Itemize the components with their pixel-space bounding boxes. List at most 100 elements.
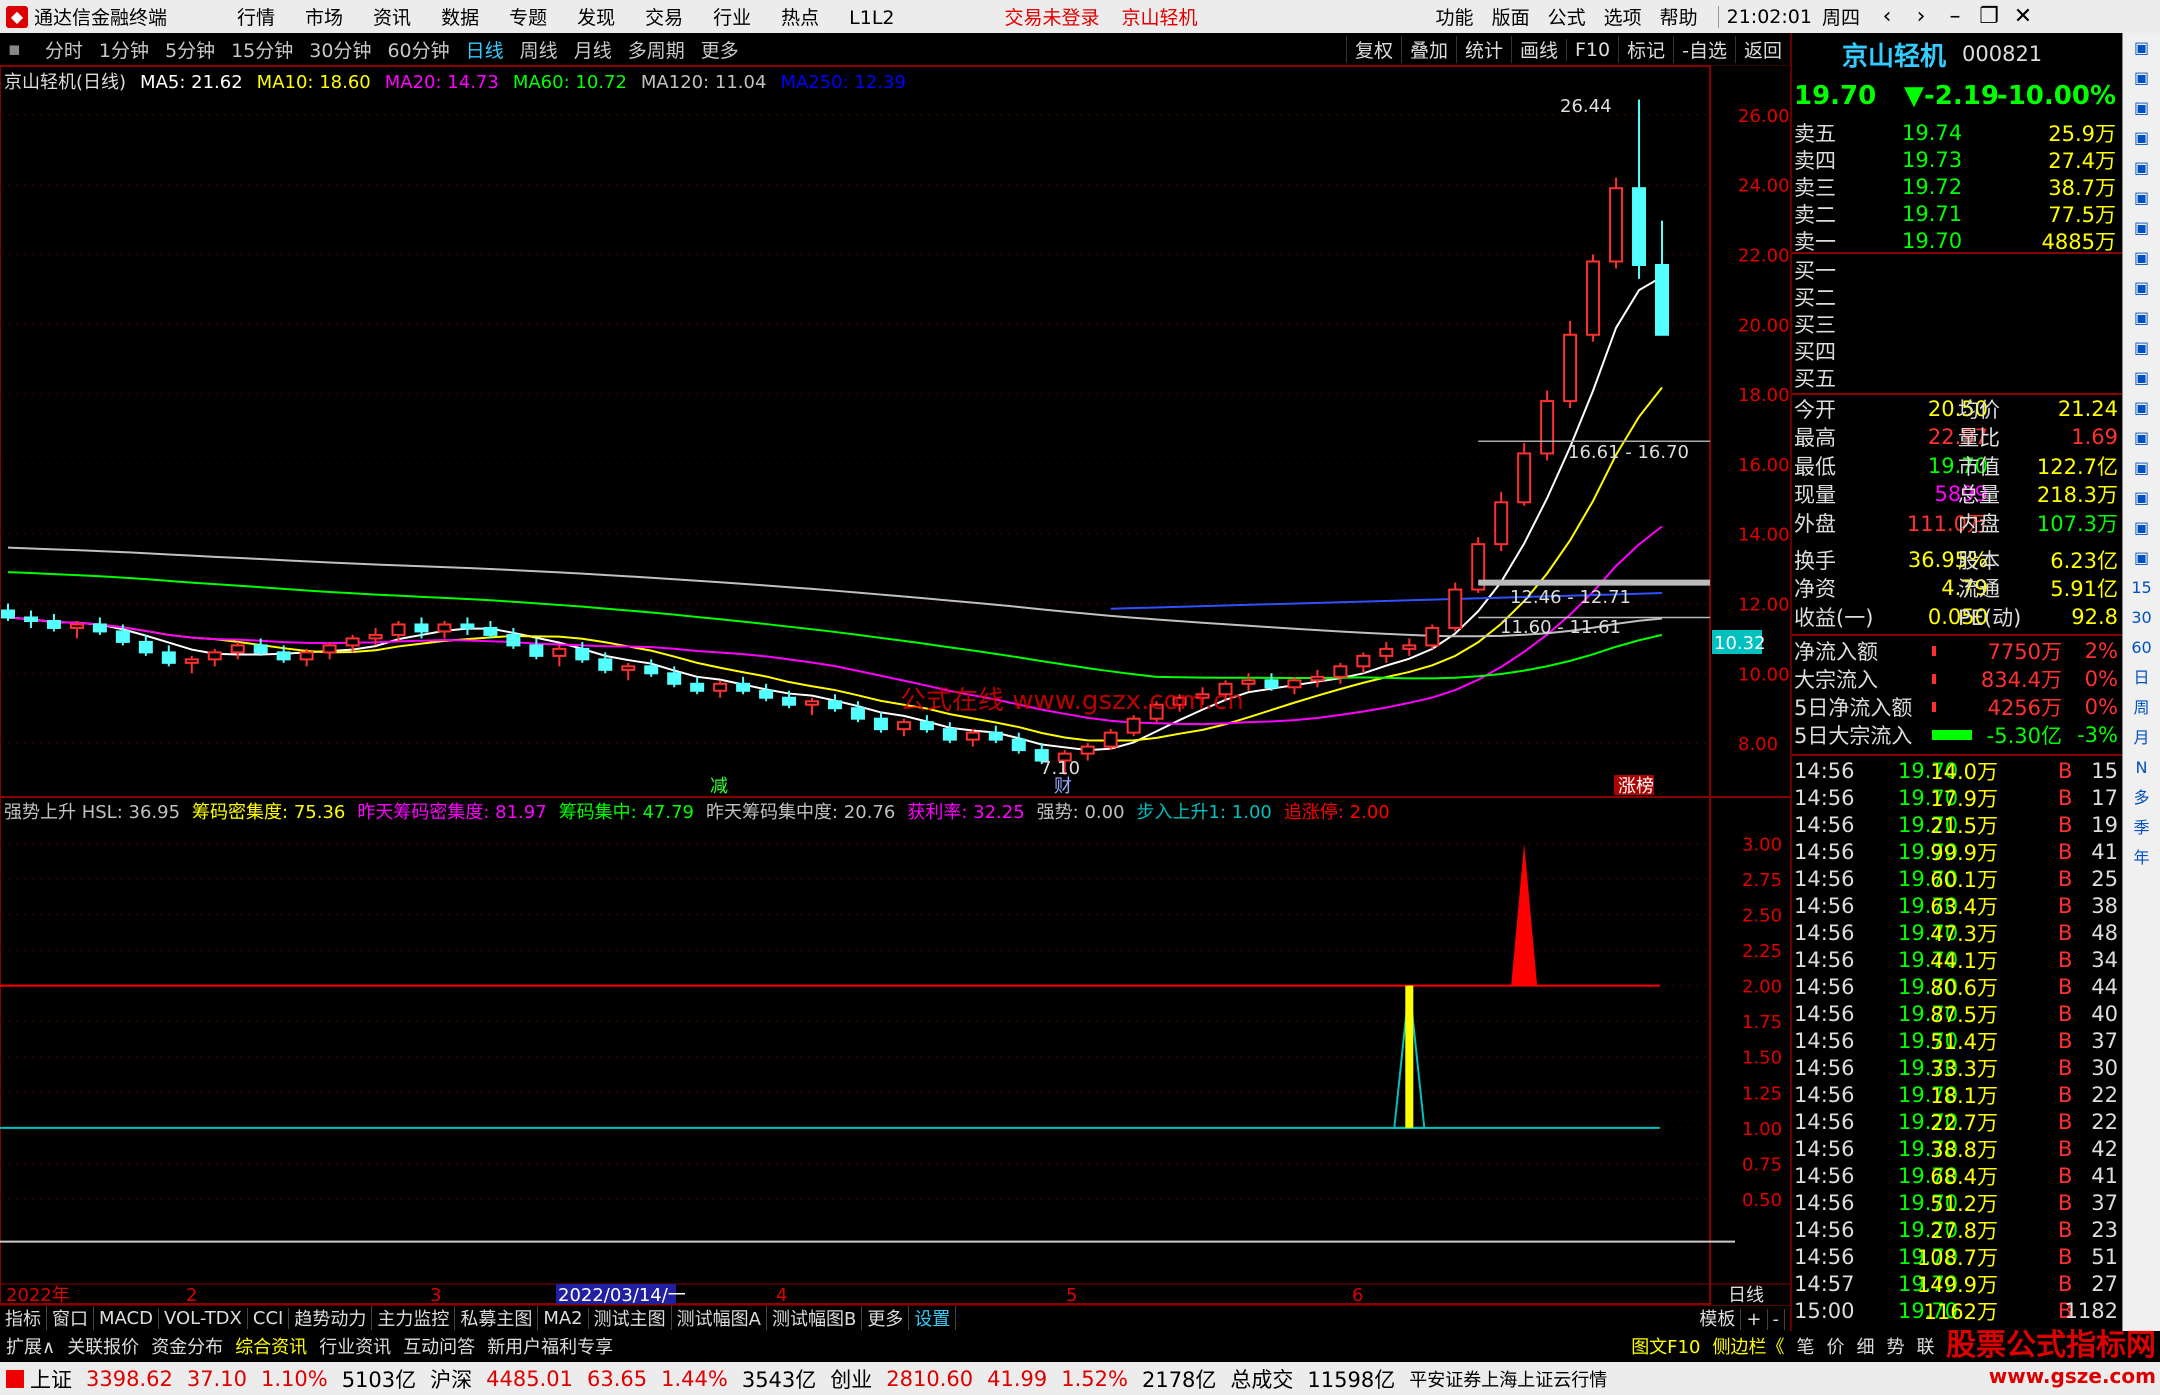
ind-y-tick: 2.75: [1742, 870, 1782, 891]
sidebar-period-6[interactable]: N: [2123, 753, 2160, 783]
sidebar-tool-icon[interactable]: ▣: [2123, 453, 2160, 483]
indicator-tab-4[interactable]: CCI: [248, 1307, 290, 1329]
tick-row: 14:57 19.70 149.9万 B 27: [1792, 1271, 2122, 1298]
tick-time: 14:56: [1794, 1002, 1855, 1027]
bid-row: 买四: [1792, 337, 2122, 364]
info-right-5[interactable]: 势: [1880, 1337, 1910, 1358]
info-right-3[interactable]: 价: [1820, 1337, 1850, 1358]
tabs1-right-2[interactable]: -: [1767, 1309, 1785, 1330]
indicator-tab-13[interactable]: 设置: [909, 1306, 957, 1330]
back-icon[interactable]: ‹: [1870, 4, 1904, 29]
stat-value: 122.7亿: [2036, 454, 2118, 479]
sidebar-period-7[interactable]: 多: [2123, 783, 2160, 813]
status-bar: 上证 3398.62 37.10 1.10% 5103亿 沪深 4485.01 63.65 1.…: [0, 1362, 2160, 1395]
sidebar-tool-icon[interactable]: ▣: [2123, 153, 2160, 183]
indicator-tab-10[interactable]: 测试幅图A: [672, 1306, 767, 1330]
flow-row: 5日大宗流入 -5.30亿 -3%: [1792, 722, 2122, 749]
sidebar-tool-icon[interactable]: ▣: [2123, 483, 2160, 513]
indicator-tab-6[interactable]: 主力监控: [372, 1306, 456, 1330]
candle: [690, 676, 705, 695]
sidebar-period-4[interactable]: 周: [2123, 693, 2160, 723]
flow-pct: 0%: [2084, 667, 2118, 692]
tick-count: 42: [2091, 1137, 2118, 1162]
sidebar-period-1[interactable]: 30: [2123, 603, 2160, 633]
indicator-tab-1[interactable]: 窗口: [47, 1306, 94, 1330]
restore-icon[interactable]: ❐: [1972, 4, 2006, 29]
index-name[interactable]: 创业: [830, 1364, 872, 1394]
sidebar-tool-icon[interactable]: ▣: [2123, 63, 2160, 93]
bid-row: 买三: [1792, 310, 2122, 337]
ind-y-tick: 1.00: [1742, 1119, 1782, 1140]
sidebar-period-9[interactable]: 年: [2123, 843, 2160, 873]
sidebar-tool-icon[interactable]: ▣: [2123, 303, 2160, 333]
sidebar-period-3[interactable]: 日: [2123, 663, 2160, 693]
tick-time: 14:56: [1794, 1029, 1855, 1054]
index-name[interactable]: 上证: [30, 1364, 72, 1394]
sidebar-tool-icon[interactable]: ▣: [2123, 213, 2160, 243]
tick-count: 48: [2091, 921, 2118, 946]
info-tab-3[interactable]: 综合资讯: [229, 1333, 313, 1359]
info-tab-6[interactable]: 新用户福利专享: [481, 1333, 619, 1359]
forward-icon[interactable]: ›: [1904, 4, 1938, 29]
info-right-6[interactable]: 联: [1910, 1337, 1940, 1358]
info-tab-4[interactable]: 行业资讯: [313, 1333, 397, 1359]
chart-annotation: 涨榜: [1618, 776, 1654, 797]
sidebar-tool-icon[interactable]: ▣: [2123, 123, 2160, 153]
info-right-2[interactable]: 笔: [1790, 1337, 1820, 1358]
candle: [1264, 673, 1279, 691]
indicator-tab-2[interactable]: MACD: [94, 1307, 159, 1329]
info-right-4[interactable]: 细: [1850, 1337, 1880, 1358]
candle: [207, 648, 222, 667]
sidebar-tool-icon[interactable]: ▣: [2123, 543, 2160, 573]
close-icon[interactable]: ✕: [2006, 4, 2040, 29]
tick-volume: 47.3万: [1930, 922, 1998, 947]
indicator-tab-11[interactable]: 测试幅图B: [767, 1306, 863, 1330]
y-tick: 12.00: [1738, 595, 1790, 616]
sidebar-period-5[interactable]: 月: [2123, 723, 2160, 753]
sidebar-tool-icon[interactable]: ▣: [2123, 423, 2160, 453]
sidebar-period-8[interactable]: 季: [2123, 813, 2160, 843]
sidebar-tool-icon[interactable]: ▣: [2123, 183, 2160, 213]
stat-label: 流通: [1958, 577, 2000, 602]
sidebar-tool-icon[interactable]: ▣: [2123, 513, 2160, 543]
tick-side: B: [2058, 1218, 2073, 1243]
info-right-1[interactable]: 侧边栏《: [1706, 1337, 1790, 1358]
indicator-tab-12[interactable]: 更多: [862, 1306, 910, 1330]
indicator-tab-8[interactable]: MA2: [538, 1307, 589, 1329]
index-name[interactable]: 沪深: [430, 1364, 472, 1394]
y-tick: 16.00: [1738, 455, 1790, 476]
sidebar-tool-icon[interactable]: ▣: [2123, 363, 2160, 393]
indicator-tab-5[interactable]: 趋势动力: [289, 1306, 373, 1330]
sidebar-tool-icon[interactable]: ▣: [2123, 273, 2160, 303]
info-right-0[interactable]: 图文F10: [1625, 1337, 1706, 1358]
tick-volume: 51.4万: [1930, 1030, 1998, 1055]
sidebar-tool-icon[interactable]: ▣: [2123, 333, 2160, 363]
sidebar-period-0[interactable]: 15: [2123, 573, 2160, 603]
indicator-tab-0[interactable]: 指标: [0, 1306, 47, 1330]
indicator-tab-7[interactable]: 私募主图: [455, 1306, 539, 1330]
info-tab-0[interactable]: 扩展∧: [0, 1333, 61, 1359]
info-tab-2[interactable]: 资金分布: [145, 1333, 229, 1359]
tick-time: 14:56: [1794, 759, 1855, 784]
sidebar-tool-icon[interactable]: ▣: [2123, 243, 2160, 273]
info-tab-5[interactable]: 互动问答: [397, 1333, 481, 1359]
tick-time: 14:56: [1794, 894, 1855, 919]
sidebar-period-2[interactable]: 60: [2123, 633, 2160, 663]
sidebar-tool-icon[interactable]: ▣: [2123, 393, 2160, 423]
tabs1-right-1[interactable]: +: [1741, 1309, 1768, 1330]
minimize-icon[interactable]: –: [1938, 4, 1972, 29]
index-pct: 1.10%: [260, 1366, 328, 1391]
ask-row: 卖四 19.73 27.4万: [1792, 146, 2122, 173]
info-tab-1[interactable]: 关联报价: [61, 1333, 145, 1359]
sidebar-tool-icon[interactable]: ▣: [2123, 93, 2160, 123]
index-value: 3398.62: [86, 1366, 173, 1391]
y-tick: 18.00: [1738, 385, 1790, 406]
stat-label: 收益(一): [1794, 605, 1874, 630]
candle: [1310, 669, 1325, 688]
indicator-tab-3[interactable]: VOL-TDX: [159, 1307, 248, 1329]
sidebar-tool-icon[interactable]: ▣: [2123, 33, 2160, 63]
indicator-tab-9[interactable]: 测试主图: [589, 1306, 672, 1330]
tick-row: 14:56 19.70 27.8万 B 23: [1792, 1217, 2122, 1244]
kline-chart[interactable]: 26.0024.0022.0020.0018.0016.0014.0012.00…: [0, 0, 1790, 1305]
tabs1-right-0[interactable]: 模板: [1694, 1309, 1742, 1330]
